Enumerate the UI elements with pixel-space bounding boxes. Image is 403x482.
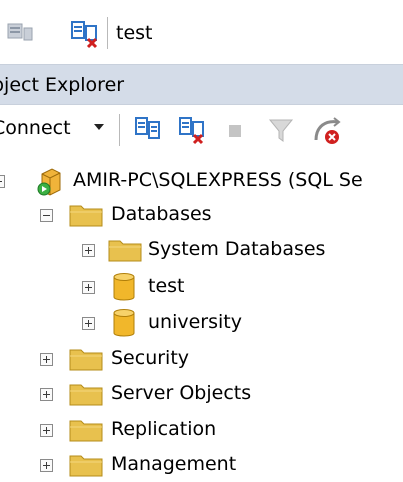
expand-icon[interactable]	[40, 388, 53, 401]
tree-node-label[interactable]: Replication	[111, 416, 216, 442]
expand-icon[interactable]	[40, 459, 53, 472]
tree-node-databases[interactable]: Databases	[0, 198, 403, 232]
tree-node-label[interactable]: AMIR-PC\SQLEXPRESS (SQL Se	[73, 167, 363, 193]
server-icon	[36, 168, 62, 200]
expand-icon[interactable]	[82, 244, 95, 257]
object-explorer-title: bject Explorer	[0, 74, 125, 96]
tree-node-label[interactable]: university	[148, 309, 242, 335]
tree-node-management[interactable]: Management	[0, 448, 403, 482]
tree-node-server-objects[interactable]: Server Objects	[0, 377, 403, 411]
collapse-icon[interactable]	[40, 209, 53, 222]
folder-icon	[69, 452, 103, 482]
database-icon	[112, 272, 136, 306]
filter-icon[interactable]	[268, 118, 294, 148]
folder-icon	[69, 381, 103, 411]
tree-node-system-databases[interactable]: System Databases	[0, 233, 403, 267]
tree-node-label[interactable]: System Databases	[148, 236, 325, 262]
expand-icon[interactable]	[82, 317, 95, 330]
folder-icon	[69, 202, 103, 232]
object-explorer-toolbar: Connect	[0, 105, 403, 155]
expand-icon[interactable]	[40, 353, 53, 366]
tree-node-replication[interactable]: Replication	[0, 413, 403, 447]
tree-node-security[interactable]: Security	[0, 342, 403, 376]
tree-node-db-university[interactable]: university	[0, 306, 403, 340]
stop-icon[interactable]	[228, 123, 242, 142]
connect-button[interactable]: Connect	[0, 115, 71, 141]
toolbar-separator	[119, 114, 120, 146]
query-toolbar: test	[0, 0, 403, 64]
tree-node-label[interactable]: Databases	[111, 201, 212, 227]
folder-icon	[69, 417, 103, 447]
tree-node-db-test[interactable]: test	[0, 270, 403, 304]
expand-icon[interactable]	[40, 424, 53, 437]
toolbar-separator	[107, 17, 108, 49]
object-explorer-header: bject Explorer	[0, 64, 403, 105]
folder-icon	[108, 237, 142, 267]
expand-icon[interactable]	[82, 281, 95, 294]
collapse-icon[interactable]	[0, 175, 5, 188]
tree-node-label[interactable]: test	[148, 273, 185, 299]
tree-node-server[interactable]: AMIR-PC\SQLEXPRESS (SQL Se	[0, 164, 403, 198]
chevron-down-icon[interactable]	[94, 124, 104, 130]
grid-results-icon[interactable]	[6, 20, 36, 50]
disconnect-icon[interactable]	[70, 20, 102, 54]
disconnect-icon[interactable]	[178, 116, 208, 150]
tree-node-label[interactable]: Security	[111, 345, 189, 371]
tree-node-label[interactable]: Management	[111, 451, 236, 477]
connect-server-icon[interactable]	[134, 116, 162, 148]
current-database-label[interactable]: test	[116, 20, 153, 46]
database-icon	[112, 308, 136, 342]
tree-node-label[interactable]: Server Objects	[111, 380, 251, 406]
refresh-icon[interactable]	[312, 116, 342, 150]
folder-icon	[69, 346, 103, 376]
